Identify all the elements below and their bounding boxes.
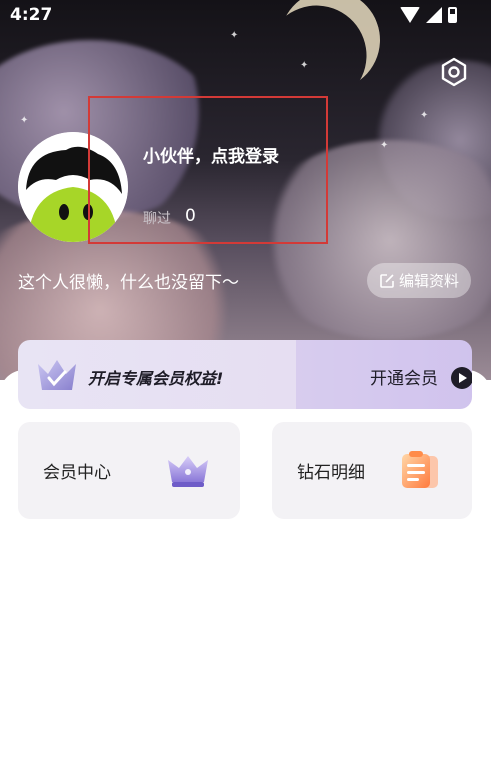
vip-banner[interactable]: 开启专属会员权益! 开通会员	[18, 340, 472, 409]
diamond-detail-label: 钻石明细	[297, 463, 365, 483]
profile-bio: 这个人很懒，什么也没留下～	[18, 273, 239, 293]
diamond-detail-card[interactable]: 钻石明细	[272, 422, 472, 519]
play-arrow-icon[interactable]	[451, 367, 472, 389]
chat-count-label: 聊过	[143, 211, 171, 227]
chat-count-value: 0	[185, 206, 196, 226]
star-decoration: ✦	[20, 115, 29, 126]
gear-icon	[441, 57, 467, 87]
settings-button[interactable]	[439, 57, 469, 87]
battery-icon	[448, 7, 457, 23]
status-time: 4:27	[10, 5, 53, 25]
login-prompt[interactable]: 小伙伴，点我登录	[143, 142, 279, 167]
crown-icon	[168, 456, 208, 487]
star-decoration: ✦	[300, 60, 309, 71]
star-decoration: ✦	[420, 110, 429, 121]
vip-center-card[interactable]: 会员中心	[18, 422, 240, 519]
edit-profile-label: 编辑资料	[398, 272, 459, 290]
vip-promo-text: 开启专属会员权益!	[88, 369, 224, 388]
signal-icon	[426, 7, 442, 23]
clipboard-icon	[402, 451, 438, 488]
edit-icon	[380, 273, 394, 288]
login-highlight-box	[88, 96, 328, 244]
vip-center-label: 会员中心	[43, 463, 111, 483]
edit-profile-button[interactable]: 编辑资料	[367, 263, 471, 298]
star-decoration: ✦	[380, 140, 389, 151]
status-icons	[400, 7, 457, 23]
open-vip-label[interactable]: 开通会员	[370, 364, 438, 389]
vip-crown-icon	[38, 360, 76, 390]
wifi-icon	[400, 7, 420, 23]
status-bar: 4:27	[0, 0, 491, 32]
